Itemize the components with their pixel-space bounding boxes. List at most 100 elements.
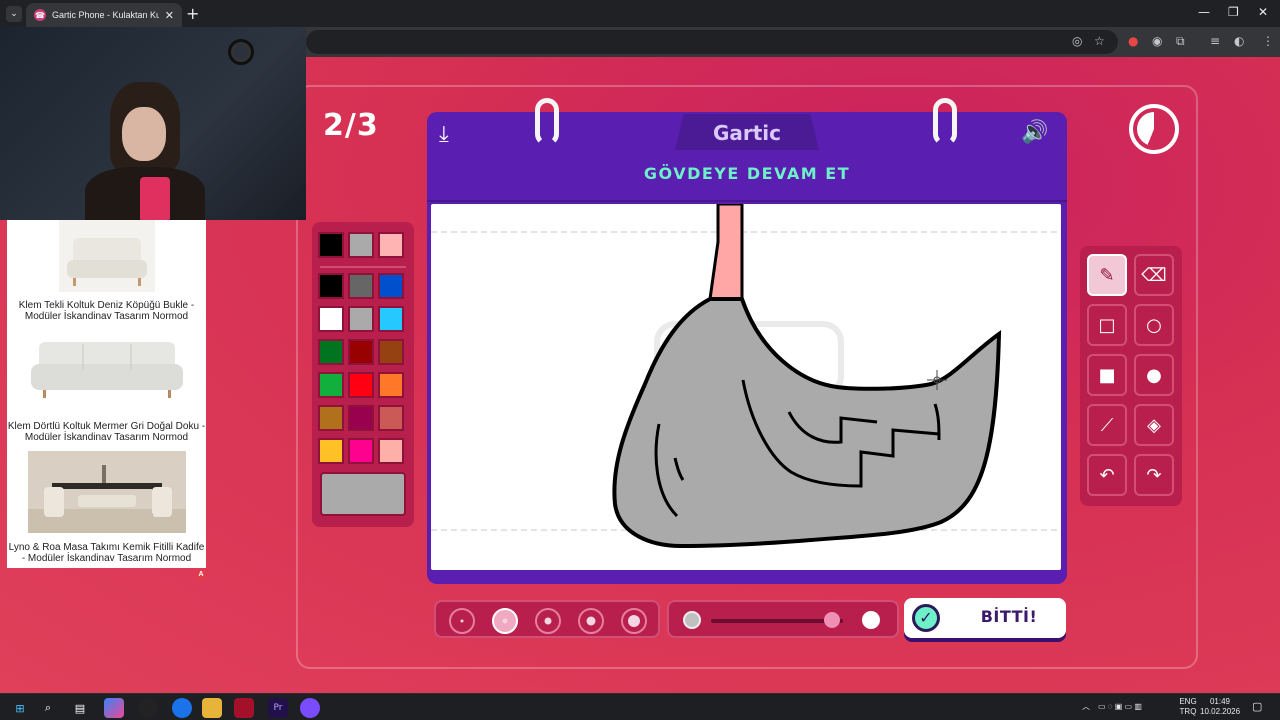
color-swatch[interactable]: [318, 306, 344, 332]
drawing-notebook: Gartic ⤓ 🔊 GÖVDEYE DEVAM ET: [427, 98, 1067, 584]
brush-size-m[interactable]: [535, 608, 561, 634]
address-bar[interactable]: [306, 30, 1118, 54]
ellipse-outline-tool-icon[interactable]: ○: [1134, 304, 1174, 346]
streamer-face: [122, 107, 166, 161]
drawing-svg: [431, 204, 1061, 549]
color-swatch[interactable]: [348, 273, 374, 299]
color-swatch[interactable]: [378, 438, 404, 464]
ad-caption[interactable]: Lyno & Roa Masa Takımı Kemik Fitilli Kad…: [7, 542, 206, 564]
eraser-tool-icon[interactable]: ⌫: [1134, 254, 1174, 296]
brush-size-xl[interactable]: [621, 608, 647, 634]
tray-chevron-icon[interactable]: ︿: [1082, 702, 1090, 712]
profile-avatar-icon[interactable]: ◐: [1234, 34, 1244, 48]
color-swatch[interactable]: [348, 372, 374, 398]
color-swatch[interactable]: [348, 339, 374, 365]
copilot-icon[interactable]: [104, 698, 124, 718]
rectangle-filled-tool-icon[interactable]: ■: [1087, 354, 1127, 396]
ad-caption[interactable]: Klem Tekli Koltuk Deniz Köpüğü Bukle - M…: [7, 300, 206, 322]
clock-time: 01:49: [1209, 697, 1231, 706]
brush-size-panel: [434, 600, 660, 638]
pencil-tool-icon[interactable]: ✎: [1087, 254, 1127, 296]
color-swatch[interactable]: [318, 372, 344, 398]
selected-color-preview[interactable]: [320, 472, 406, 516]
color-swatch[interactable]: [378, 372, 404, 398]
color-swatch[interactable]: [348, 405, 374, 431]
check-icon: ✓: [912, 604, 940, 632]
menu-kebab-icon[interactable]: ⋮: [1262, 34, 1274, 48]
extension-record-icon[interactable]: ●: [1128, 34, 1138, 48]
color-swatch[interactable]: [348, 438, 374, 464]
tab-gartic-phone[interactable]: ☎ Gartic Phone - Kulaktan Kulağa ✕: [26, 3, 182, 27]
tab-title: Gartic Phone - Kulaktan Kulağa: [52, 10, 159, 20]
ellipse-filled-tool-icon[interactable]: ●: [1134, 354, 1174, 396]
rectangle-outline-tool-icon[interactable]: □: [1087, 304, 1127, 346]
armchair-image: [58, 220, 155, 292]
color-swatch[interactable]: [378, 273, 404, 299]
color-swatch[interactable]: [318, 273, 344, 299]
search-icon[interactable]: ⌕: [38, 698, 58, 718]
clock[interactable]: 01:49 10.02.2026: [1200, 697, 1240, 717]
download-icon[interactable]: ⤓: [439, 122, 449, 147]
file-explorer-icon[interactable]: [202, 698, 222, 718]
undo-tool-icon[interactable]: ↶: [1087, 454, 1127, 496]
recent-color-swatch[interactable]: [348, 232, 374, 258]
tab-close-icon[interactable]: ✕: [165, 9, 174, 22]
opacity-track[interactable]: [711, 619, 843, 623]
task-view-icon[interactable]: ▤: [70, 698, 90, 718]
notification-icon[interactable]: ▢: [1252, 702, 1262, 713]
redo-tool-icon[interactable]: ↷: [1134, 454, 1174, 496]
webcam-overlay: [0, 27, 306, 220]
restore-button[interactable]: ❐: [1228, 5, 1239, 19]
chrome-icon[interactable]: [172, 698, 192, 718]
new-tab-button[interactable]: +: [186, 4, 199, 23]
color-swatch[interactable]: [318, 405, 344, 431]
eye-off-icon[interactable]: ◎: [1072, 34, 1082, 48]
fill-bucket-tool-icon[interactable]: ◈: [1134, 404, 1174, 446]
recent-color-swatch[interactable]: [318, 232, 344, 258]
opacity-preview-icon: [683, 611, 701, 629]
bookmark-star-icon[interactable]: ☆: [1094, 34, 1105, 48]
brush-size-xs[interactable]: [449, 608, 475, 634]
media-control-icon[interactable]: ≡: [1210, 34, 1220, 48]
obs-icon[interactable]: [138, 698, 158, 718]
done-button[interactable]: ✓ BİTTİ!: [904, 598, 1066, 638]
timer-progress: [1137, 112, 1171, 146]
color-swatch[interactable]: [378, 405, 404, 431]
opacity-thumb[interactable]: [824, 612, 841, 628]
recent-color-swatch[interactable]: [378, 232, 404, 258]
drawing-canvas[interactable]: [431, 204, 1061, 570]
ad-caption[interactable]: Klem Dörtlü Koltuk Mermer Gri Doğal Doku…: [7, 421, 206, 443]
extensions-puzzle-icon[interactable]: ⧉: [1176, 34, 1185, 49]
color-swatch[interactable]: [348, 306, 374, 332]
language-indicator[interactable]: ENG TRQ: [1176, 697, 1200, 717]
dining-set-image: [27, 451, 186, 533]
color-swatch[interactable]: [378, 339, 404, 365]
notebook-ring-right: [933, 98, 957, 146]
color-swatch[interactable]: [318, 438, 344, 464]
extension-icon[interactable]: ◉: [1152, 34, 1162, 48]
brush-size-l[interactable]: [578, 608, 604, 634]
minimize-button[interactable]: —: [1198, 5, 1210, 19]
ad-choices-badge[interactable]: A: [196, 570, 206, 580]
language-code: ENG: [1179, 697, 1197, 706]
line-tool-icon[interactable]: ⟋: [1087, 404, 1127, 446]
ad-column[interactable]: Klem Tekli Koltuk Deniz Köpüğü Bukle - M…: [7, 220, 206, 568]
color-swatch[interactable]: [318, 339, 344, 365]
neck-stroke: [708, 204, 744, 301]
discord-icon[interactable]: [300, 698, 320, 718]
browser-tab-bar: ⌄ ☎ Gartic Phone - Kulaktan Kulağa ✕ + —…: [0, 0, 1280, 27]
sofa-image: [26, 330, 187, 412]
close-window-button[interactable]: ✕: [1258, 5, 1268, 19]
tray-icons[interactable]: ▭ ◌ ▣ ▭ ▥: [1098, 702, 1142, 712]
start-windows-icon[interactable]: ⊞: [10, 698, 30, 718]
microphone-light: [140, 177, 170, 220]
brush-size-s[interactable]: [492, 608, 518, 634]
voicemod-icon[interactable]: [234, 698, 254, 718]
tab-search-icon[interactable]: ⌄: [6, 6, 22, 22]
gartic-logo: Gartic: [675, 114, 819, 150]
round-counter: 2/3: [323, 108, 379, 143]
instruction-text: GÖVDEYE DEVAM ET: [643, 164, 851, 183]
color-swatch[interactable]: [378, 306, 404, 332]
sound-icon[interactable]: 🔊: [1021, 120, 1048, 145]
premiere-pro-icon[interactable]: Pr: [268, 698, 288, 718]
